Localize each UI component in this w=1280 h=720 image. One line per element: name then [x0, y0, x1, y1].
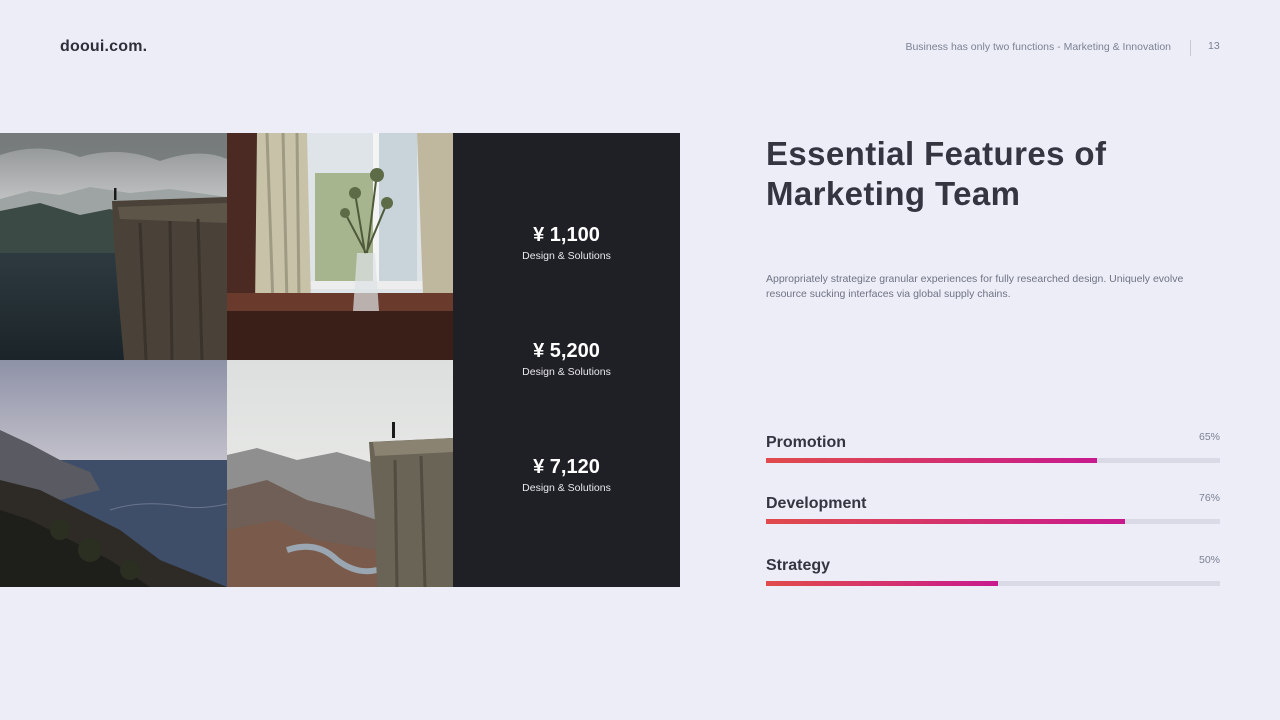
price-label: Design & Solutions	[522, 482, 611, 494]
progress-track	[766, 581, 1220, 586]
price-item: ¥ 1,100 Design & Solutions	[453, 223, 680, 263]
metric-development: Development 76%	[766, 492, 1220, 535]
slide-description: Appropriately strategize granular experi…	[766, 273, 1184, 300]
header-tagline: Business has only two functions - Market…	[905, 41, 1171, 53]
page-number: 13	[1208, 40, 1220, 52]
price-label: Design & Solutions	[522, 250, 611, 262]
metric-percent: 50%	[1198, 554, 1220, 566]
progress-track	[766, 458, 1220, 463]
progress-track	[766, 519, 1220, 524]
metric-label: Strategy	[766, 557, 831, 574]
slide: dooui.com. Business has only two functio…	[0, 0, 1280, 720]
price-value: ¥ 1,100	[533, 224, 600, 246]
logo: dooui.com.	[60, 38, 148, 55]
price-label: Design & Solutions	[522, 366, 611, 378]
price-value: ¥ 5,200	[533, 340, 600, 362]
metric-promotion: Promotion 65%	[766, 431, 1220, 474]
window-vase-photo	[227, 133, 453, 360]
person-on-cliff-photo	[227, 360, 453, 587]
price-value: ¥ 7,120	[533, 456, 600, 478]
metric-percent: 76%	[1198, 492, 1220, 504]
progress-fill	[766, 581, 998, 586]
price-panel: ¥ 1,100 Design & Solutions ¥ 5,200 Desig…	[453, 133, 680, 587]
header-divider	[1190, 40, 1191, 56]
slide-title: Essential Features of Marketing Team	[766, 135, 1107, 212]
price-item: ¥ 5,200 Design & Solutions	[453, 339, 680, 379]
metric-label: Development	[766, 495, 867, 512]
progress-fill	[766, 458, 1098, 463]
price-item: ¥ 7,120 Design & Solutions	[453, 455, 680, 495]
progress-fill	[766, 519, 1125, 524]
metric-strategy: Strategy 50%	[766, 554, 1220, 597]
coastal-cliffs-photo	[0, 360, 227, 587]
metric-percent: 65%	[1198, 431, 1220, 443]
metric-label: Promotion	[766, 434, 846, 451]
cliff-over-fjord-photo	[0, 133, 227, 360]
